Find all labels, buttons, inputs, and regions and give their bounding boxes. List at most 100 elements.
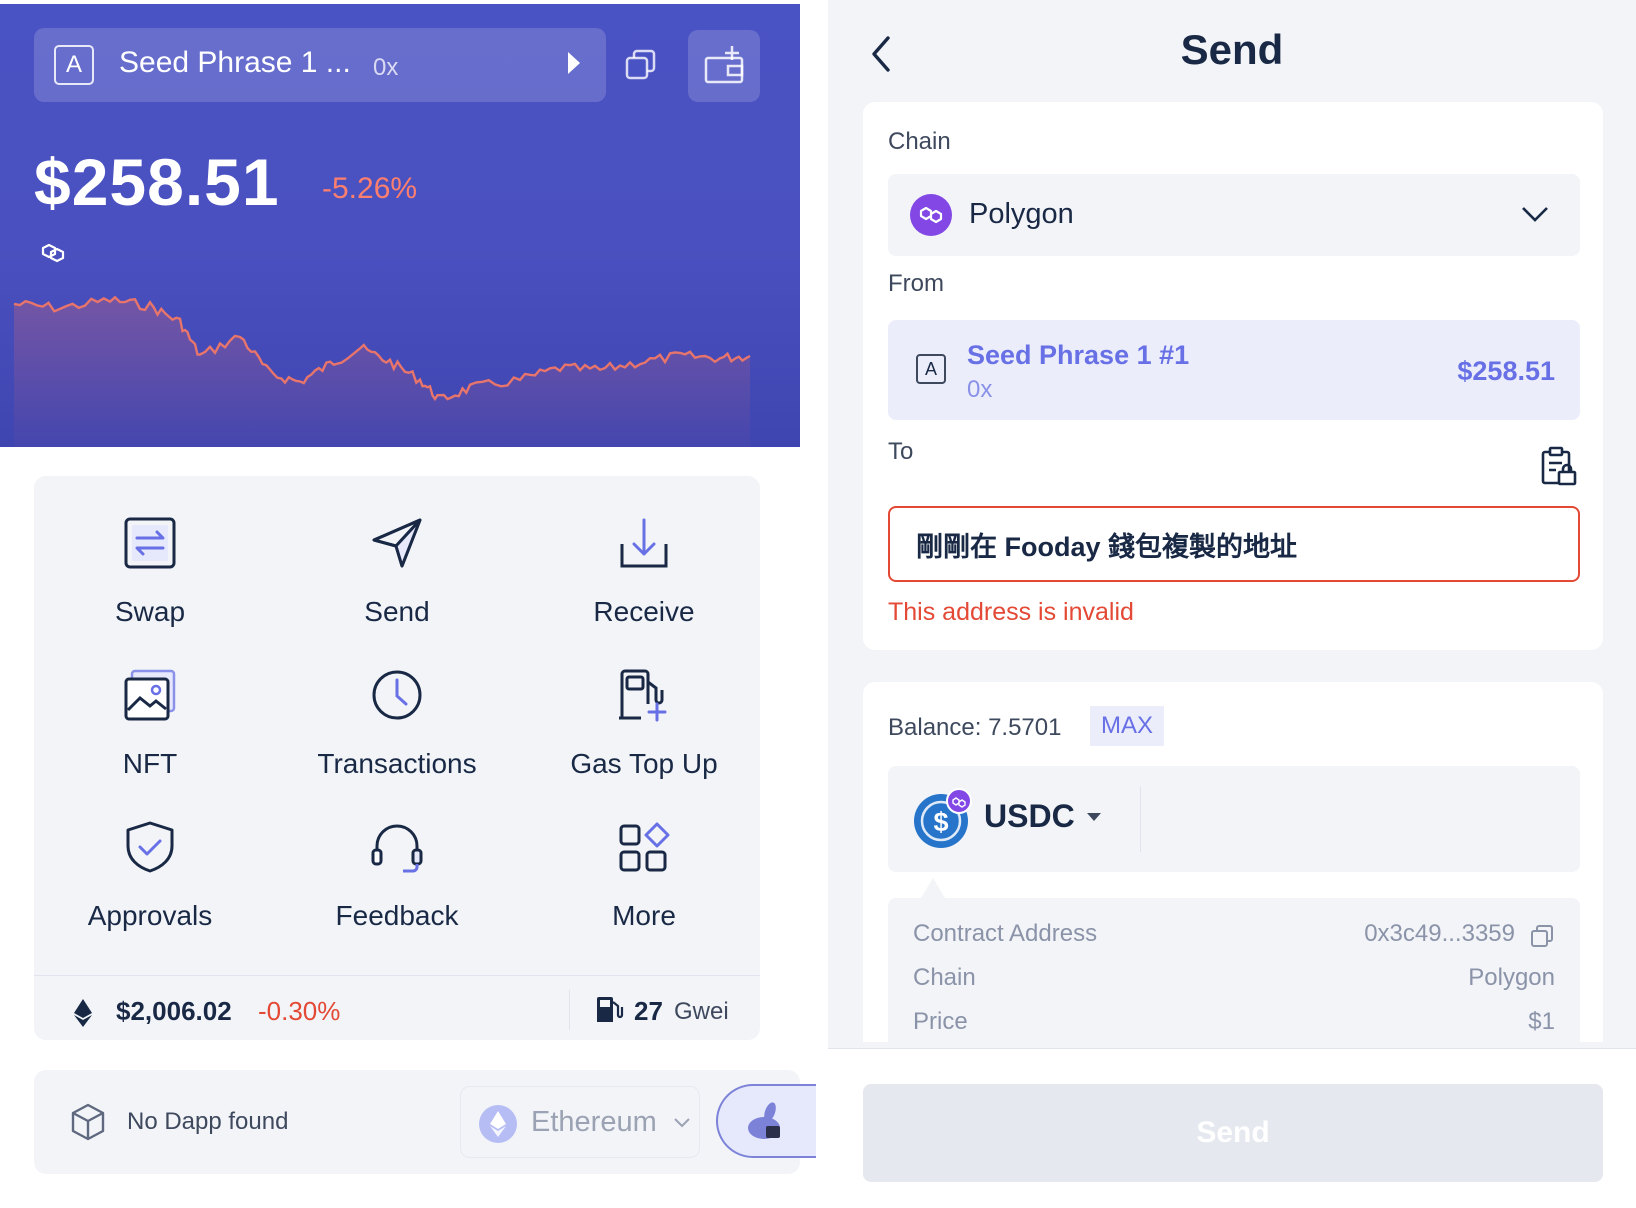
divider bbox=[569, 990, 570, 1030]
transactions-button[interactable]: Transactions bbox=[281, 668, 513, 808]
tooltip-arrow bbox=[921, 878, 945, 898]
grid-icon bbox=[619, 822, 670, 872]
gas-top-up-icon bbox=[619, 669, 667, 722]
send-form: Chain Polygon From A Seed Phrase 1 #1 0x… bbox=[863, 102, 1603, 650]
action-label: Receive bbox=[593, 596, 695, 627]
chevron-down-icon bbox=[674, 1118, 690, 1128]
token-selector[interactable]: $ USDC bbox=[888, 766, 1580, 872]
cube-icon bbox=[71, 1103, 105, 1141]
detail-key: Price bbox=[913, 1008, 968, 1035]
action-label: Swap bbox=[114, 596, 186, 627]
send-button[interactable]: Send bbox=[863, 1084, 1603, 1182]
swap-icon bbox=[124, 517, 176, 569]
gas-pump-icon bbox=[597, 997, 624, 1022]
approvals-button[interactable]: Approvals bbox=[34, 820, 266, 960]
page-title: Send bbox=[1180, 26, 1284, 73]
play-arrow-icon bbox=[568, 52, 580, 74]
detail-row: Price $1 bbox=[913, 1008, 1555, 1042]
chain-selector[interactable]: Polygon bbox=[888, 174, 1580, 256]
account-avatar: A bbox=[916, 354, 946, 384]
send-screen: Send Chain Polygon From A Seed Phrase 1 … bbox=[828, 0, 1636, 1208]
chevron-down-icon bbox=[1522, 207, 1548, 222]
shield-icon bbox=[126, 821, 174, 873]
from-label: From bbox=[888, 270, 944, 297]
token-symbol: USDC bbox=[984, 798, 1075, 834]
rabby-floating-button[interactable] bbox=[716, 1084, 816, 1158]
send-icon bbox=[372, 518, 422, 568]
divider bbox=[34, 975, 760, 976]
action-label: NFT bbox=[122, 748, 178, 779]
action-label: Send bbox=[364, 596, 430, 627]
account-avatar: A bbox=[54, 45, 94, 85]
svg-text:$: $ bbox=[933, 807, 948, 837]
token-details: Contract Address 0x3c49...3359 Chain Pol… bbox=[888, 898, 1580, 1042]
eth-price-change: -0.30% bbox=[258, 996, 341, 1026]
quick-actions: Swap Send Receive NFT Transactions Gas T… bbox=[34, 476, 760, 1040]
receive-button[interactable]: Receive bbox=[528, 516, 760, 656]
token-balance: Balance: 7.5701 bbox=[888, 714, 1062, 741]
detail-row: Chain Polygon bbox=[913, 964, 1555, 1000]
headset-icon bbox=[371, 824, 423, 873]
action-label: Gas Top Up bbox=[570, 748, 718, 779]
detail-key: Chain bbox=[913, 964, 976, 991]
ethereum-icon bbox=[479, 1105, 517, 1143]
dapp-chain-selector[interactable]: Ethereum bbox=[460, 1086, 700, 1158]
swap-button[interactable]: Swap bbox=[34, 516, 266, 656]
polygon-icon bbox=[41, 243, 65, 263]
balance-header: A Seed Phrase 1 ... 0x $258.51 -5.26% bbox=[0, 4, 800, 447]
chain-label: Chain bbox=[888, 128, 951, 155]
detail-value: $1 bbox=[1528, 1008, 1555, 1035]
rabbit-icon bbox=[748, 1102, 780, 1139]
wallet-dashboard: A Seed Phrase 1 ... 0x $258.51 -5.26% Sw… bbox=[0, 0, 816, 1208]
copy-icon[interactable] bbox=[1529, 924, 1555, 950]
from-account-name: Seed Phrase 1 #1 bbox=[967, 340, 1190, 370]
divider bbox=[1140, 786, 1141, 852]
more-button[interactable]: More bbox=[528, 820, 760, 960]
account-address: 0x bbox=[373, 54, 399, 81]
footer: Send bbox=[828, 1049, 1636, 1208]
receive-icon bbox=[620, 518, 668, 568]
add-wallet-icon bbox=[704, 46, 744, 84]
eth-price: $2,006.02 bbox=[116, 996, 232, 1026]
chain-name: Polygon bbox=[969, 198, 1074, 230]
dapp-bar: No Dapp found Ethereum bbox=[34, 1070, 800, 1174]
from-account-address: 0x bbox=[967, 376, 993, 403]
action-label: Feedback bbox=[335, 900, 459, 931]
no-dapp-text: No Dapp found bbox=[127, 1108, 289, 1135]
add-address-button[interactable] bbox=[688, 30, 760, 102]
usdc-icon: $ bbox=[914, 788, 972, 848]
detail-row: Contract Address 0x3c49...3359 bbox=[913, 920, 1555, 956]
to-label: To bbox=[888, 438, 914, 465]
account-switcher[interactable]: A Seed Phrase 1 ... 0x bbox=[34, 28, 606, 102]
account-name: Seed Phrase 1 ... bbox=[119, 46, 351, 79]
gas-top-up-button[interactable]: Gas Top Up bbox=[528, 668, 760, 808]
feedback-button[interactable]: Feedback bbox=[281, 820, 513, 960]
address-error: This address is invalid bbox=[888, 598, 1134, 626]
balance-change: -5.26% bbox=[322, 172, 418, 205]
action-label: Transactions bbox=[317, 748, 477, 779]
gas-price-value: 27 bbox=[634, 996, 663, 1026]
from-account-balance: $258.51 bbox=[1457, 356, 1555, 386]
gas-price-unit: Gwei bbox=[674, 998, 729, 1025]
nft-button[interactable]: NFT bbox=[34, 668, 266, 808]
detail-value: 0x3c49...3359 bbox=[1364, 920, 1515, 947]
detail-value: Polygon bbox=[1468, 964, 1555, 991]
copy-icon[interactable] bbox=[624, 48, 658, 82]
send-action-button[interactable]: Send bbox=[281, 516, 513, 656]
action-label: Approvals bbox=[87, 900, 213, 931]
total-balance: $258.51 bbox=[34, 145, 280, 219]
ethereum-icon bbox=[74, 999, 92, 1027]
clock-icon bbox=[372, 670, 422, 720]
address-book-icon[interactable] bbox=[1539, 446, 1577, 486]
from-account: A Seed Phrase 1 #1 0x $258.51 bbox=[888, 320, 1580, 420]
caret-down-icon bbox=[1087, 813, 1101, 821]
action-label: More bbox=[612, 900, 676, 931]
balance-chart bbox=[13, 295, 751, 447]
max-button[interactable]: MAX bbox=[1090, 706, 1164, 746]
to-address-input[interactable] bbox=[888, 506, 1580, 582]
nft-icon bbox=[124, 669, 176, 721]
detail-key: Contract Address bbox=[913, 920, 1098, 947]
polygon-icon bbox=[910, 194, 952, 236]
dapp-chain-name: Ethereum bbox=[531, 1106, 657, 1138]
amount-section: Balance: 7.5701 MAX $ USDC Contract Addr… bbox=[863, 682, 1603, 1042]
